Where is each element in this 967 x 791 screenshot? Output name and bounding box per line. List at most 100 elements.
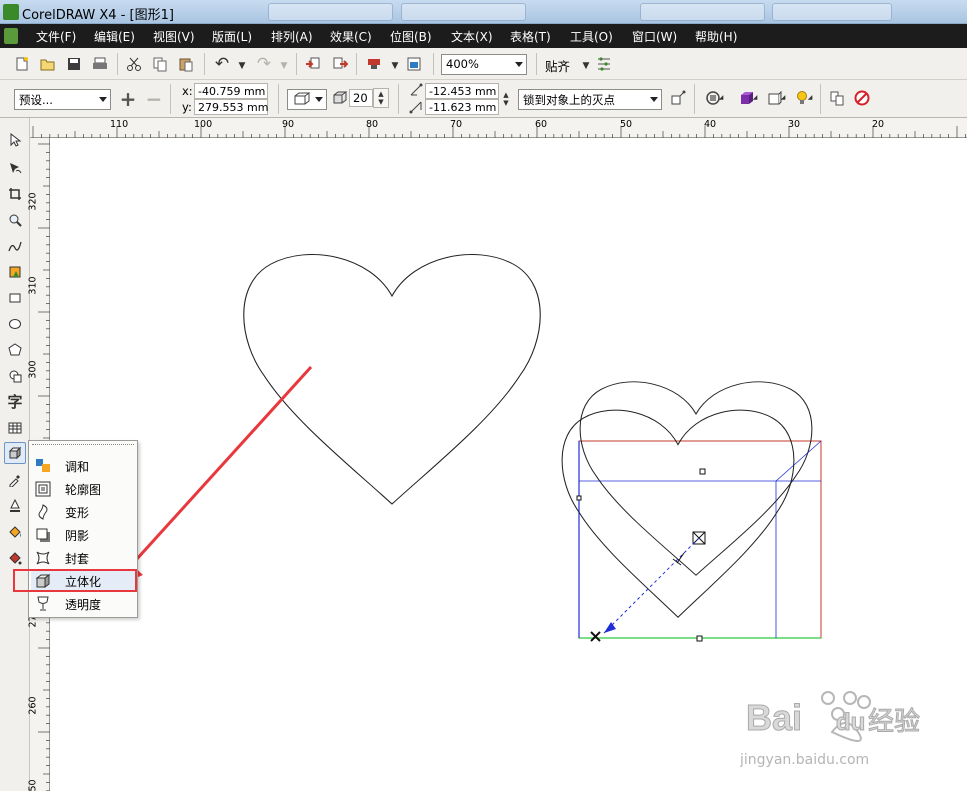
ellipse-tool-icon[interactable] (4, 313, 26, 335)
rectangle-tool-icon[interactable] (4, 287, 26, 309)
taskbar-tab[interactable] (268, 3, 393, 21)
extrusion-type-icon (294, 92, 311, 105)
toolbar-separator (296, 53, 297, 75)
text-tool-icon[interactable]: 字 (4, 390, 26, 412)
application-launcher-icon[interactable] (364, 54, 384, 74)
menu-tools[interactable]: 工具(O) (570, 28, 613, 45)
vp-stepper-icon[interactable]: ▲ ▼ (499, 83, 513, 115)
flyout-item-contour[interactable]: 轮廓图 (31, 478, 135, 500)
coreldraw-window: CorelDRAW X4 - [图形1] 文件(F) 编辑(E) 视图(V) 版… (0, 0, 967, 791)
fill-tool-icon[interactable] (4, 521, 26, 543)
zoom-tool-icon[interactable] (4, 209, 26, 231)
launcher-dropdown-icon[interactable]: ▼ (385, 56, 405, 76)
eyedropper-tool-icon[interactable] (4, 469, 26, 491)
remove-preset-icon[interactable]: − (144, 87, 164, 111)
wine-glass-icon (35, 596, 51, 612)
menu-effects[interactable]: 效果(C) (330, 28, 372, 45)
save-icon[interactable] (64, 54, 84, 74)
print-icon[interactable] (90, 54, 110, 74)
y-position-field[interactable]: 279.553 mm (194, 99, 268, 115)
toolbar-separator (356, 53, 357, 75)
polygon-tool-icon[interactable] (4, 339, 26, 361)
undo-icon[interactable]: ↶ (212, 54, 232, 74)
flyout-item-distort[interactable]: 变形 (31, 501, 135, 523)
interactive-effects-tool-icon[interactable] (4, 442, 26, 464)
menu-edit[interactable]: 编辑(E) (94, 28, 135, 45)
menu-bar: 文件(F) 编辑(E) 视图(V) 版面(L) 排列(A) 效果(C) 位图(B… (0, 24, 967, 48)
shape-tool-icon[interactable] (4, 157, 26, 179)
interactive-fill-tool-icon[interactable] (4, 547, 26, 569)
taskbar-tab[interactable] (772, 3, 892, 21)
ruler-label: 100 (194, 119, 213, 130)
menu-table[interactable]: 表格(T) (510, 28, 551, 45)
options-icon[interactable] (594, 54, 614, 74)
copy-icon[interactable] (150, 54, 170, 74)
ruler-label: 320 (27, 192, 39, 211)
menu-layout[interactable]: 版面(L) (212, 28, 252, 45)
vanishing-point-lock-combo[interactable]: 锁到对象上的灭点 (518, 89, 662, 110)
new-document-icon[interactable] (12, 54, 32, 74)
outline-tool-icon[interactable] (4, 495, 26, 517)
clear-extrusion-icon[interactable] (852, 88, 872, 108)
vanishing-point-properties-icon[interactable] (668, 88, 688, 108)
menu-view[interactable]: 视图(V) (153, 28, 195, 45)
depth-field[interactable]: 20 (349, 89, 373, 107)
toolbar-separator (433, 53, 434, 75)
freehand-tool-icon[interactable] (4, 235, 26, 257)
menu-arrange[interactable]: 排列(A) (271, 28, 313, 45)
horizontal-ruler[interactable]: 110 100 90 80 70 60 50 40 30 20 (30, 118, 967, 138)
pick-tool-icon[interactable] (4, 129, 26, 151)
flyout-grip[interactable] (32, 444, 134, 448)
zoom-level-combo[interactable]: 400% (441, 54, 527, 75)
cut-icon[interactable] (124, 54, 144, 74)
drop-shadow-icon (35, 527, 51, 543)
flyout-item-drop-shadow[interactable]: 阴影 (31, 524, 135, 546)
copy-extrusion-properties-icon[interactable] (827, 88, 847, 108)
depth-stepper-icon[interactable]: ▲ ▼ (373, 88, 389, 108)
toolbar-separator (398, 84, 399, 114)
menu-bitmaps[interactable]: 位图(B) (390, 28, 432, 45)
menu-help[interactable]: 帮助(H) (695, 28, 737, 45)
heart-shape[interactable] (242, 253, 542, 506)
snap-to-menu[interactable]: 贴齐 (545, 56, 570, 75)
flyout-item-blend[interactable]: 调和 (31, 455, 135, 477)
x-position-field[interactable]: -40.759 mm (194, 83, 268, 99)
vanishing-point-y-icon (407, 98, 425, 115)
window-title: CorelDRAW X4 - [图形1] (22, 8, 174, 23)
open-icon[interactable] (38, 54, 58, 74)
crop-tool-icon[interactable] (4, 183, 26, 205)
export-icon[interactable] (330, 54, 350, 74)
title-bar: CorelDRAW X4 - [图形1] (0, 0, 967, 24)
preset-combo[interactable]: 预设... (14, 89, 111, 110)
flyout-item-label: 阴影 (65, 529, 90, 543)
table-tool-icon[interactable] (4, 417, 26, 439)
redo-dropdown-icon[interactable]: ▼ (274, 56, 294, 76)
vanishing-point-y-field[interactable]: -11.623 mm (425, 99, 499, 115)
add-preset-icon[interactable]: + (118, 87, 138, 111)
redo-icon[interactable]: ↷ (254, 54, 274, 74)
menu-file[interactable]: 文件(F) (36, 28, 76, 45)
menu-window[interactable]: 窗口(W) (632, 28, 677, 45)
corner-arrow-icon: ◢ (780, 93, 786, 101)
basic-shapes-tool-icon[interactable] (4, 365, 26, 387)
import-icon[interactable] (303, 54, 323, 74)
envelope-icon (35, 550, 51, 566)
taskbar-tab[interactable] (640, 3, 765, 21)
vanishing-point-x-field[interactable]: -12.453 mm (425, 83, 499, 99)
taskbar-tab[interactable] (401, 3, 526, 21)
undo-dropdown-icon[interactable]: ▼ (232, 56, 252, 76)
ruler-label: 20 (872, 119, 885, 130)
extruded-heart[interactable] (561, 380, 822, 642)
vanishing-point-x-icon (407, 81, 425, 98)
extrusion-type-combo[interactable] (287, 89, 327, 110)
flyout-item-transparency[interactable]: 透明度 (31, 593, 135, 615)
coreldraw-app-icon (3, 4, 19, 20)
welcome-screen-icon[interactable] (404, 54, 424, 74)
smart-fill-tool-icon[interactable] (4, 261, 26, 283)
zoom-level-value: 400% (446, 57, 479, 71)
flyout-item-envelope[interactable]: 封套 (31, 547, 135, 569)
flyout-item-label: 变形 (65, 506, 90, 520)
menu-text[interactable]: 文本(X) (451, 28, 493, 45)
snap-dropdown-icon[interactable]: ▼ (576, 56, 596, 76)
paste-icon[interactable] (176, 54, 196, 74)
